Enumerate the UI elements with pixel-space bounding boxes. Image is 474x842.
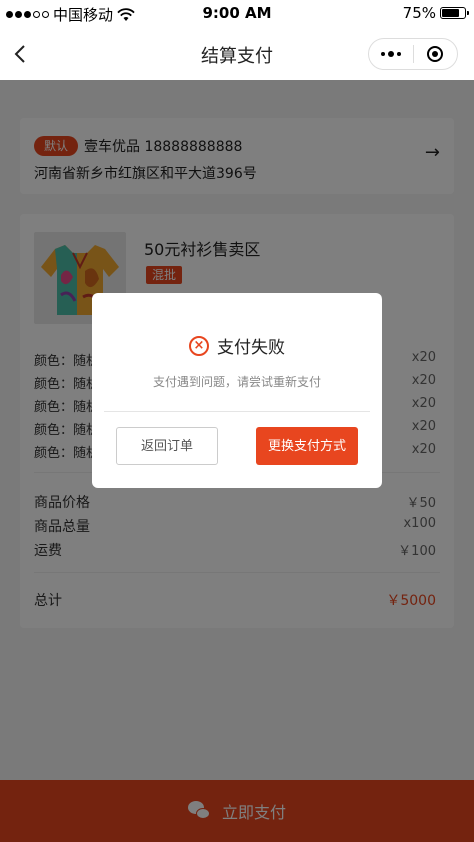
dialog-divider [104, 411, 370, 412]
nav-bar: 结算支付 [0, 28, 474, 80]
close-miniprogram-button[interactable] [414, 46, 457, 62]
status-right: 75% [402, 4, 469, 22]
change-payment-button[interactable]: 更换支付方式 [256, 427, 358, 465]
more-button[interactable] [369, 46, 413, 62]
payment-failed-dialog: × 支付失败 支付遇到问题，请尝试重新支付 返回订单 更换支付方式 [92, 293, 382, 488]
target-icon [427, 46, 444, 62]
more-dots-icon [381, 51, 401, 57]
error-circle-icon: × [189, 335, 209, 356]
capsule-menu [368, 38, 458, 70]
dialog-message: 支付遇到问题，请尝试重新支付 [152, 375, 321, 389]
battery-percent: 75% [402, 4, 436, 22]
back-to-order-button[interactable]: 返回订单 [116, 427, 218, 465]
dialog-header: × 支付失败 [92, 333, 382, 358]
dialog-title: 支付失败 [217, 338, 285, 358]
status-bar: 中国移动 9:00 AM 75% [0, 0, 474, 28]
battery-icon [440, 7, 469, 19]
